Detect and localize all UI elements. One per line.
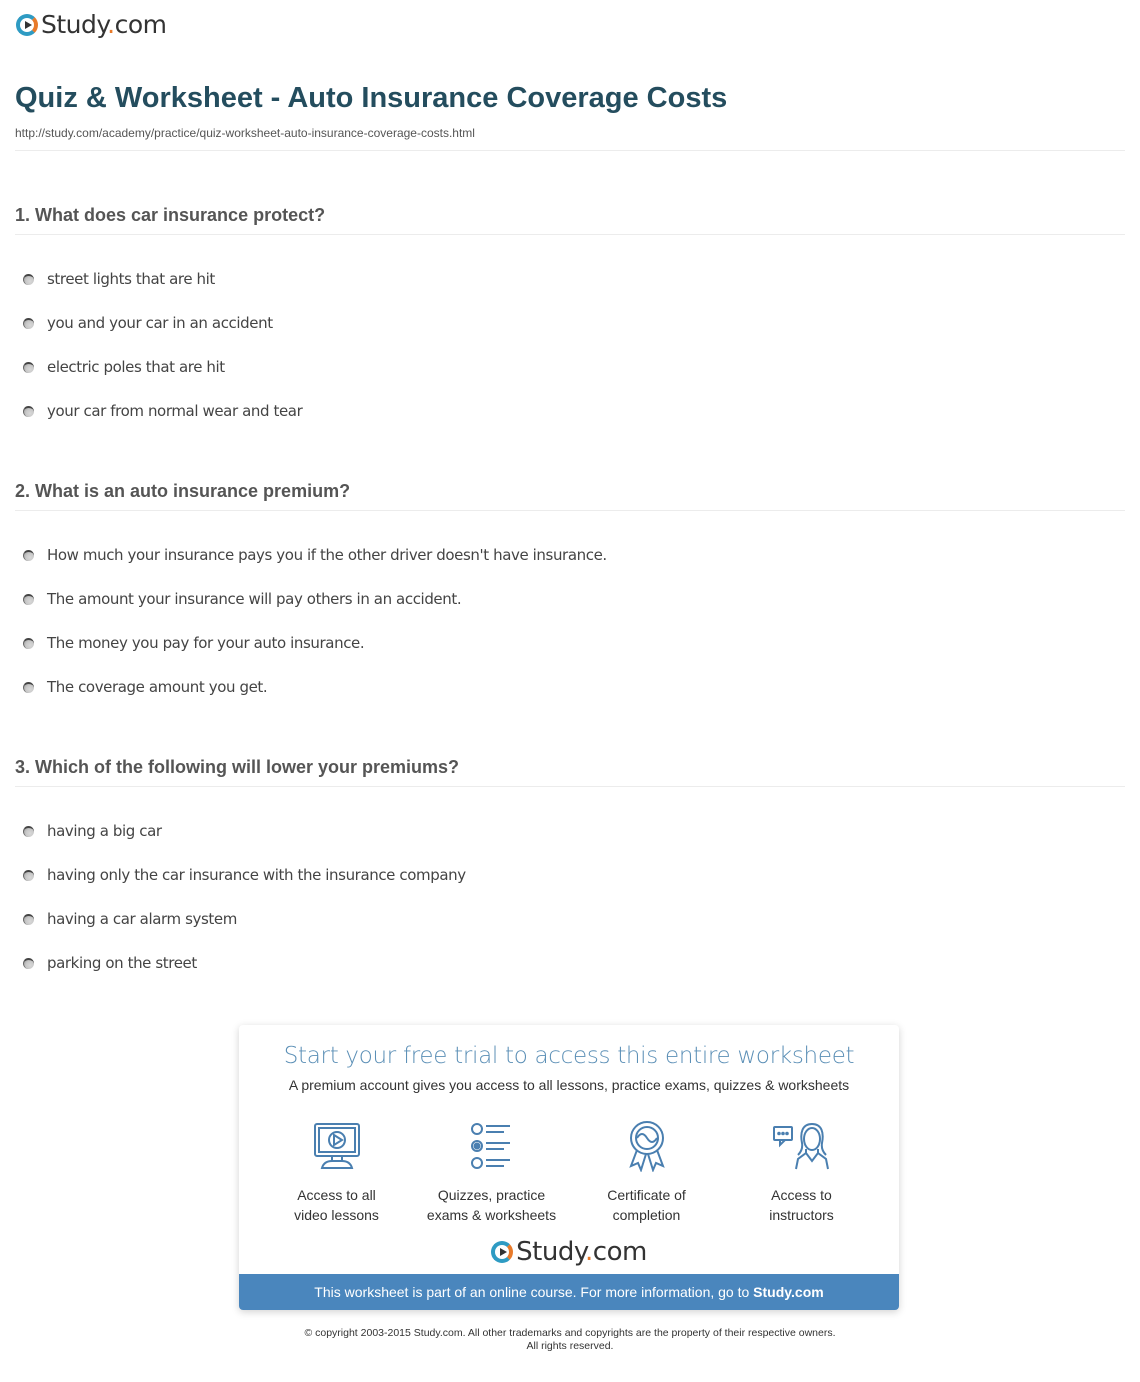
banner-study-link[interactable]: Study.com [753,1284,824,1300]
answer-list: street lights that are hit you and your … [15,257,1125,433]
logo-wordmark: Study.com [516,1237,647,1267]
radio-button[interactable] [23,273,34,285]
instructor-chat-icon [727,1117,877,1175]
answer-text: your car from normal wear and tear [47,402,303,420]
answer-option[interactable]: The coverage amount you get. [15,665,1125,709]
radio-button[interactable] [23,593,34,605]
answer-option[interactable]: having a car alarm system [15,897,1125,941]
answer-option[interactable]: electric poles that are hit [15,345,1125,389]
answer-option[interactable]: having only the car insurance with the i… [15,853,1125,897]
radio-button[interactable] [23,637,34,649]
feature-quizzes: Quizzes, practice exams & worksheets [417,1117,567,1225]
feature-certificate: Certificate of completion [572,1117,722,1225]
answer-text: you and your car in an accident [47,314,273,332]
answer-text: having a big car [47,822,162,840]
answer-list: How much your insurance pays you if the … [15,533,1125,709]
video-monitor-icon [262,1117,412,1175]
feature-label: Access to all video lessons [294,1187,379,1223]
radio-button[interactable] [23,317,34,329]
radio-button[interactable] [23,913,34,925]
answer-option[interactable]: you and your car in an accident [15,301,1125,345]
question-divider [15,510,1125,511]
feature-label: Certificate of completion [607,1187,686,1223]
banner-text: This worksheet is part of an online cour… [314,1284,754,1300]
answer-list: having a big car having only the car ins… [15,809,1125,985]
free-trial-card: Start your free trial to access this ent… [239,1025,899,1310]
radio-button[interactable] [23,549,34,561]
copyright-line-1: © copyright 2003-2015 Study.com. All oth… [304,1327,836,1339]
question-3: 3. Which of the following will lower you… [15,752,1125,985]
feature-label: Access to instructors [769,1187,834,1223]
radio-button[interactable] [23,681,34,693]
course-info-banner: This worksheet is part of an online cour… [239,1274,899,1310]
question-title: 2. What is an auto insurance premium? [15,481,351,501]
feature-list: Access to all video lessons Quizzes, pra… [259,1117,879,1225]
radio-button[interactable] [23,869,34,881]
answer-text: street lights that are hit [47,270,215,288]
certificate-ribbon-icon [572,1117,722,1175]
answer-text: How much your insurance pays you if the … [47,546,607,564]
question-title: 1. What does car insurance protect? [15,205,326,225]
question-divider [15,234,1125,235]
cta-study-logo[interactable]: Study.com [239,1237,899,1267]
play-logo-icon [491,1241,514,1263]
feature-label: Quizzes, practice exams & worksheets [426,1187,557,1223]
feature-instructors: Access to instructors [727,1117,877,1225]
answer-text: The amount your insurance will pay other… [47,590,462,608]
radio-button[interactable] [23,361,34,373]
answer-text: having only the car insurance with the i… [47,866,466,884]
quiz-list-icon [417,1117,567,1175]
logo-wordmark: Study.com [41,10,167,39]
copyright-line-2: All rights reserved. [526,1340,614,1352]
cta-title[interactable]: Start your free trial to access this ent… [239,1043,899,1069]
answer-option[interactable]: The amount your insurance will pay other… [15,577,1125,621]
question-divider [15,786,1125,787]
answer-option[interactable]: having a big car [15,809,1125,853]
question-2: 2. What is an auto insurance premium? Ho… [15,476,1125,709]
study-logo[interactable]: Study.com [16,10,167,39]
radio-button[interactable] [23,405,34,417]
header-divider [15,150,1125,151]
cta-subtitle: A premium account gives you access to al… [288,1077,850,1093]
question-title: 3. Which of the following will lower you… [15,757,460,777]
answer-option[interactable]: The money you pay for your auto insuranc… [15,621,1125,665]
copyright-notice: © copyright 2003-2015 Study.com. All oth… [0,1327,1140,1353]
feature-video-lessons: Access to all video lessons [262,1117,412,1225]
play-logo-icon [16,13,38,36]
answer-text: electric poles that are hit [47,358,225,376]
answer-option[interactable]: street lights that are hit [15,257,1125,301]
answer-option[interactable]: How much your insurance pays you if the … [15,533,1125,577]
question-1: 1. What does car insurance protect? stre… [15,200,1125,433]
radio-button[interactable] [23,957,34,969]
page-url: http://study.com/academy/practice/quiz-w… [15,126,475,140]
answer-text: having a car alarm system [47,910,237,928]
page-title: Quiz & Worksheet - Auto Insurance Covera… [15,82,728,114]
answer-text: parking on the street [47,954,197,972]
answer-option[interactable]: parking on the street [15,941,1125,985]
radio-button[interactable] [23,825,34,837]
answer-text: The coverage amount you get. [47,678,268,696]
answer-option[interactable]: your car from normal wear and tear [15,389,1125,433]
answer-text: The money you pay for your auto insuranc… [47,634,365,652]
